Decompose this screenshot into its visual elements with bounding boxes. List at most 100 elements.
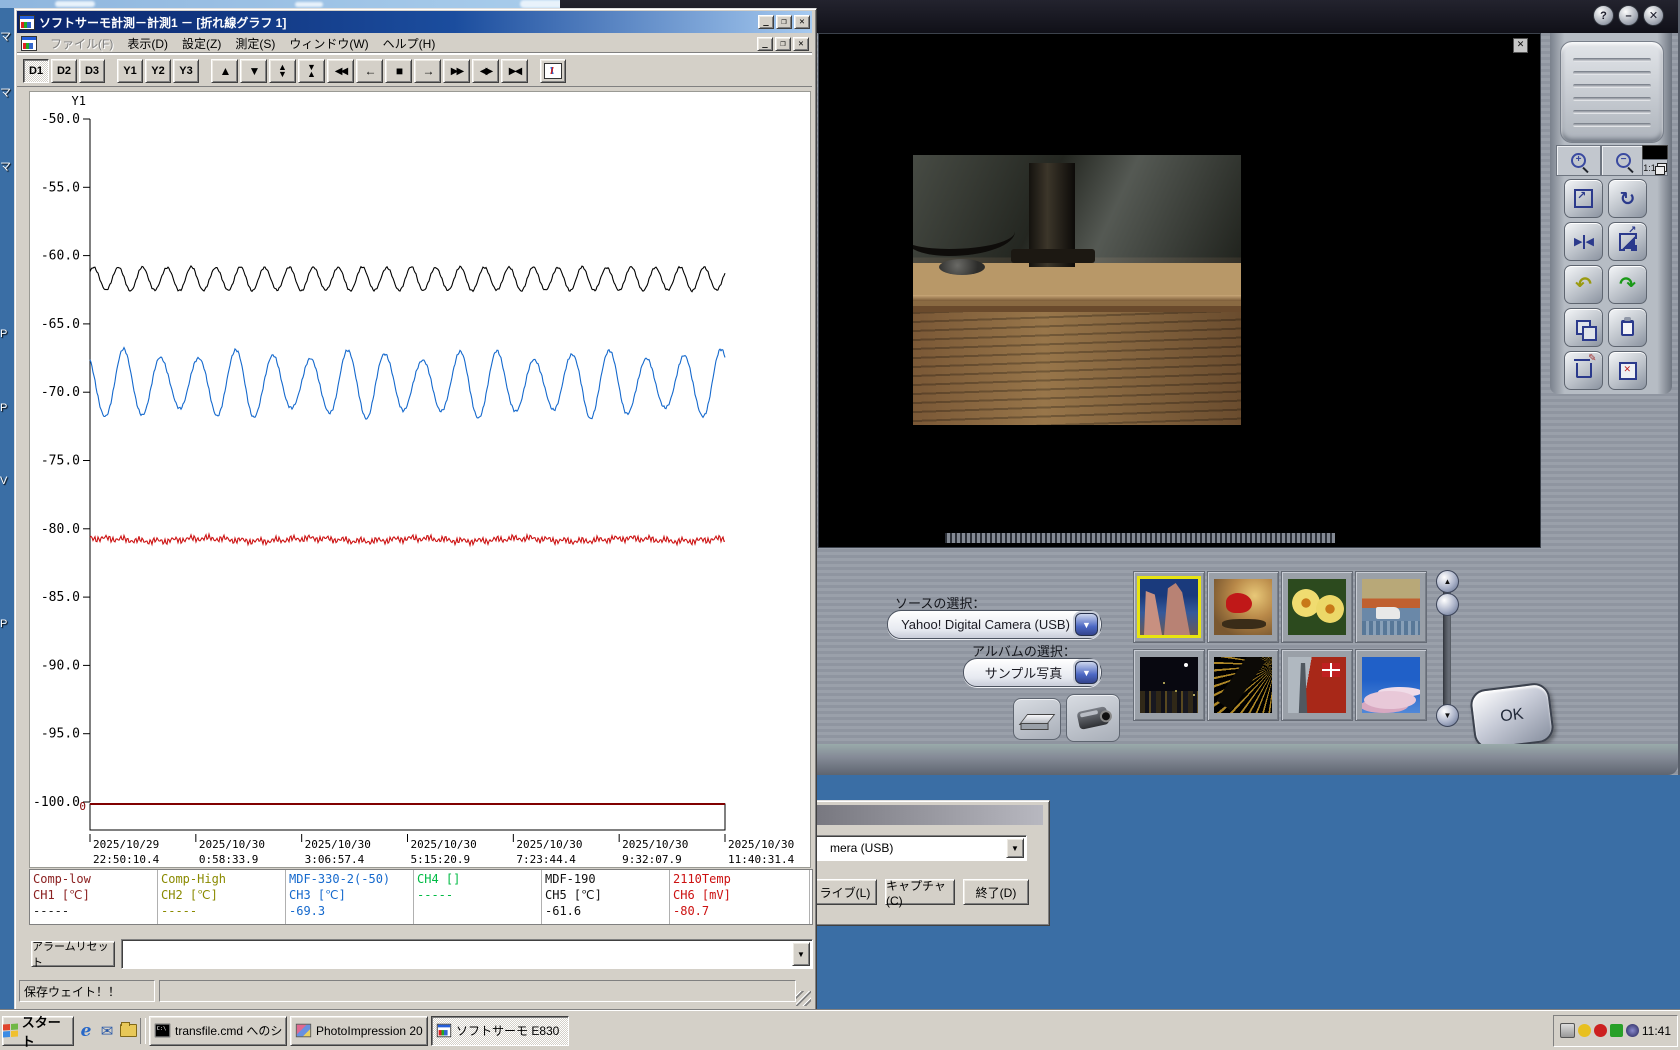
start-button[interactable]: スタート	[2, 1015, 74, 1049]
paste-tool-button[interactable]	[1608, 308, 1647, 347]
panel-grille[interactable]	[1560, 41, 1664, 143]
scanner-button[interactable]	[1013, 698, 1061, 740]
stop-button[interactable]: ■	[385, 59, 412, 83]
printer-icon[interactable]	[1559, 1023, 1575, 1038]
close-button[interactable]: ✕	[1643, 5, 1664, 26]
thumbnail-8[interactable]	[1355, 649, 1427, 721]
x-tick-time: 3:06:57.4	[305, 853, 365, 866]
dialog-button-2[interactable]: キャプチャ(C)	[885, 879, 955, 908]
menu-item-5[interactable]: ウィンドウ(W)	[282, 34, 375, 53]
redo-tool-button[interactable]: ↷	[1608, 265, 1647, 304]
chevron-down-icon[interactable]: ▼	[1075, 613, 1098, 636]
thumbnail-1[interactable]	[1133, 571, 1205, 643]
zoom-value-display	[1642, 145, 1668, 160]
taskbar-task-2[interactable]: PhotoImpression 2000	[290, 1015, 428, 1046]
thumbnail-6[interactable]	[1207, 649, 1279, 721]
thumbnail-7[interactable]	[1281, 649, 1353, 721]
alarm-combo[interactable]	[121, 939, 813, 969]
step-forward-button[interactable]: →	[414, 59, 441, 83]
undo-tool-button[interactable]: ↶	[1564, 265, 1603, 304]
crop-rotate-tool-button[interactable]	[1608, 222, 1647, 261]
chevron-down-icon[interactable]: ▼	[1075, 661, 1098, 684]
menu-item-2[interactable]: 表示(D)	[120, 34, 175, 53]
toolbar-y3-button[interactable]: Y3	[173, 59, 199, 83]
chevron-down-icon[interactable]	[792, 942, 810, 966]
scroll-down-button[interactable]: ▼	[1436, 704, 1459, 727]
ok-button[interactable]: OK	[1468, 681, 1556, 751]
toolbar-y1-button[interactable]: Y1	[117, 59, 143, 83]
delete-tool-button[interactable]	[1564, 351, 1603, 390]
minimize-button[interactable]: –	[1618, 5, 1639, 26]
toolbar-y2-button[interactable]: Y2	[145, 59, 171, 83]
scrollbar-thumb[interactable]	[1436, 593, 1459, 616]
range-box[interactable]	[89, 803, 726, 831]
x-tick-date: 2025/10/30	[305, 838, 371, 851]
taskbar-task-1[interactable]: transfile.cmd へのショート...	[149, 1015, 287, 1046]
restore-button[interactable]: ❐	[776, 15, 792, 29]
alarm-reset-button[interactable]: アラームリセット	[31, 941, 115, 969]
x-tick-date: 2025/10/30	[516, 838, 582, 851]
dialog-button-3[interactable]: 終了(D)	[963, 879, 1029, 905]
minimize-button[interactable]: _	[758, 15, 774, 29]
zoom-in-button[interactable]: +	[1556, 145, 1601, 176]
zoom-out-button[interactable]: −	[1601, 145, 1646, 176]
scroll-down-button[interactable]: ▼	[240, 59, 267, 83]
toolbar-d3-button[interactable]: D3	[79, 59, 105, 83]
tool-panel: + − 1:1 ↻ ▶◀ ↶ ↷	[1550, 33, 1672, 394]
dialog-button-1[interactable]: ライブ(L)	[813, 879, 877, 905]
graph-view-button[interactable]	[540, 59, 566, 83]
resize-tool-button[interactable]	[1564, 179, 1603, 218]
toolbar-d1-button[interactable]: D1	[23, 59, 49, 83]
quicklaunch-mail-icon[interactable]: ✉	[98, 1022, 116, 1040]
y-tick-label: -55.0	[41, 180, 80, 195]
taskbar-task-3[interactable]: ソフトサーモ E830	[431, 1015, 569, 1046]
compress-horizontal-button[interactable]: ▶◀	[501, 59, 528, 83]
toolbar-d2-button[interactable]: D2	[51, 59, 77, 83]
thumbnail-5[interactable]	[1133, 649, 1205, 721]
mdi-minimize-button[interactable]: _	[757, 36, 773, 51]
status-blue-icon[interactable]	[1625, 1024, 1639, 1037]
flip-horizontal-tool-button[interactable]: ▶ ◀	[1564, 222, 1603, 261]
scroll-up-button[interactable]: ▲	[1436, 570, 1459, 593]
measurement-window: ソフトサーモ計測－計測1 － [折れ線グラフ 1] _ ❐ ✕ ファイル(F) 表…	[14, 8, 817, 1012]
close-image-tool-button[interactable]	[1608, 351, 1647, 390]
scroll-up-button[interactable]: ▲	[211, 59, 238, 83]
status-red-icon[interactable]	[1593, 1024, 1607, 1037]
mdi-close-button[interactable]: ✕	[793, 36, 809, 51]
thumbnail-2[interactable]	[1207, 571, 1279, 643]
expand-horizontal-button[interactable]: ◀▶	[472, 59, 499, 83]
actual-size-button[interactable]: 1:1	[1642, 159, 1668, 176]
menu-item-6[interactable]: ヘルプ(H)	[376, 34, 443, 53]
fast-forward-button[interactable]: ▶▶	[443, 59, 470, 83]
thumbnail-scrollbar[interactable]: ▲ ▼	[1436, 570, 1459, 728]
menu-item-4[interactable]: 測定(S)	[228, 34, 282, 53]
quicklaunch-folder-icon[interactable]	[119, 1022, 137, 1040]
help-button[interactable]: ?	[1593, 5, 1614, 26]
thumbnail-3[interactable]	[1281, 571, 1353, 643]
desktop-icon-fragment: P	[0, 618, 8, 630]
y-tick-label: -65.0	[41, 317, 80, 332]
chevron-down-icon[interactable]	[1006, 838, 1024, 858]
quicklaunch-internet-explorer-icon[interactable]: e	[77, 1021, 95, 1041]
menu-item-3[interactable]: 設定(Z)	[175, 34, 228, 53]
webcam-photo	[913, 155, 1241, 425]
mdi-restore-button[interactable]: ❐	[775, 36, 791, 51]
video-close-icon[interactable]: ✕	[1513, 38, 1528, 53]
copy-tool-button[interactable]	[1564, 308, 1603, 347]
album-select-combo[interactable]: サンプル写真 ▼	[963, 658, 1102, 687]
rotate-tool-button[interactable]: ↻	[1608, 179, 1647, 218]
source-select-combo[interactable]: Yahoo! Digital Camera (USB) ▼	[887, 610, 1102, 639]
status-green-icon[interactable]	[1609, 1024, 1623, 1037]
fast-rewind-button[interactable]: ◀◀	[327, 59, 354, 83]
thumbnail-4[interactable]	[1355, 571, 1427, 643]
close-button[interactable]: ✕	[794, 15, 810, 29]
camera-button[interactable]	[1066, 694, 1120, 742]
menu-item-1[interactable]: ファイル(F)	[43, 34, 120, 53]
resize-grip[interactable]	[796, 991, 811, 1006]
status-yellow-icon[interactable]	[1577, 1024, 1591, 1037]
measurement-titlebar[interactable]: ソフトサーモ計測－計測1 － [折れ線グラフ 1] _ ❐ ✕	[17, 11, 812, 33]
expand-vertical-button[interactable]: ▲ ▼	[269, 59, 296, 83]
crop-rotate-icon	[1618, 225, 1637, 251]
compress-vertical-button[interactable]: ▼ ▲	[298, 59, 325, 83]
step-back-button[interactable]: ←	[356, 59, 383, 83]
